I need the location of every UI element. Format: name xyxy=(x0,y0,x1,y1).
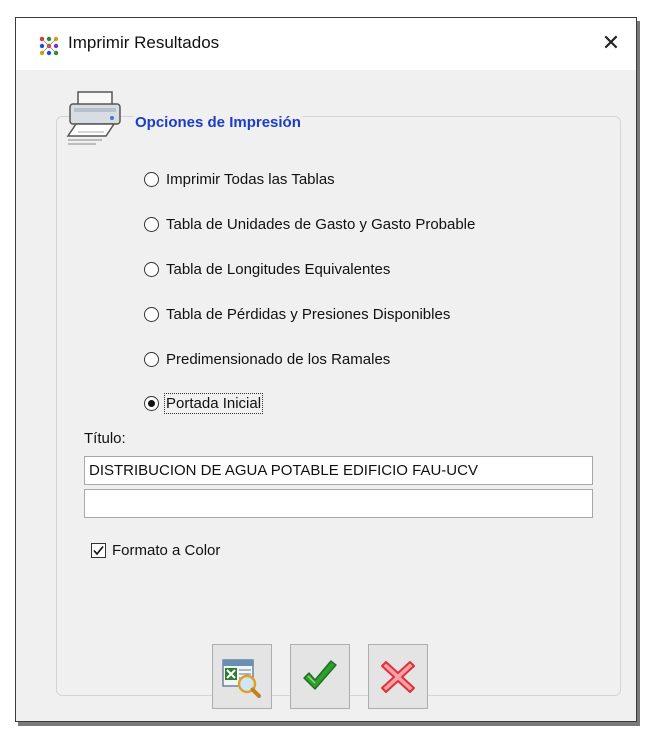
radio-label: Portada Inicial xyxy=(163,392,264,414)
titulo-line1-input[interactable] xyxy=(84,456,593,485)
radio-button-icon[interactable] xyxy=(144,351,159,367)
red-x-icon xyxy=(381,660,415,693)
window-title: Imprimir Resultados xyxy=(68,33,220,52)
radio-button-icon[interactable] xyxy=(144,395,159,411)
radio-label: Predimensionado de los Ramales xyxy=(166,350,391,368)
radio-all-tables[interactable]: Imprimir Todas las Tablas xyxy=(144,167,335,191)
accept-button[interactable] xyxy=(290,644,350,709)
group-title: Opciones de Impresión xyxy=(133,114,303,131)
radio-button-icon[interactable] xyxy=(144,216,159,232)
checkbox-icon[interactable] xyxy=(91,543,106,558)
print-options-group xyxy=(56,116,621,696)
radio-perdidas-table[interactable]: Tabla de Pérdidas y Presiones Disponible… xyxy=(144,302,450,326)
radio-ramales[interactable]: Predimensionado de los Ramales xyxy=(144,347,390,371)
app-icon xyxy=(39,36,59,56)
radio-gasto-table[interactable]: Tabla de Unidades de Gasto y Gasto Proba… xyxy=(144,212,475,236)
close-icon: ✕ xyxy=(601,30,621,55)
color-format-label: Formato a Color xyxy=(112,542,221,559)
titulo-label: Título: xyxy=(84,430,126,447)
print-dialog: Imprimir Resultados ✕ Opciones de Impres… xyxy=(15,17,637,722)
radio-longitudes-table[interactable]: Tabla de Longitudes Equivalentes xyxy=(144,257,390,281)
radio-label: Tabla de Unidades de Gasto y Gasto Proba… xyxy=(166,215,476,233)
dialog-body: Opciones de Impresión Imprimir Todas las… xyxy=(16,70,636,721)
radio-button-icon[interactable] xyxy=(144,171,159,187)
radio-button-icon[interactable] xyxy=(144,261,159,277)
radio-label: Tabla de Longitudes Equivalentes xyxy=(166,260,391,278)
printer-icon xyxy=(66,91,121,145)
radio-button-icon[interactable] xyxy=(144,306,159,322)
color-format-checkbox[interactable]: Formato a Color xyxy=(91,542,220,559)
title-bar[interactable]: Imprimir Resultados ✕ xyxy=(16,18,636,70)
radio-label: Tabla de Pérdidas y Presiones Disponible… xyxy=(166,305,451,323)
cancel-button[interactable] xyxy=(368,644,428,709)
close-button[interactable]: ✕ xyxy=(596,28,626,58)
radio-portada-inicial[interactable]: Portada Inicial xyxy=(144,391,264,415)
green-check-icon xyxy=(303,659,337,690)
excel-preview-icon xyxy=(222,658,261,698)
radio-label: Imprimir Todas las Tablas xyxy=(166,170,335,188)
titulo-line2-input[interactable] xyxy=(84,489,593,518)
preview-button[interactable] xyxy=(212,644,272,709)
